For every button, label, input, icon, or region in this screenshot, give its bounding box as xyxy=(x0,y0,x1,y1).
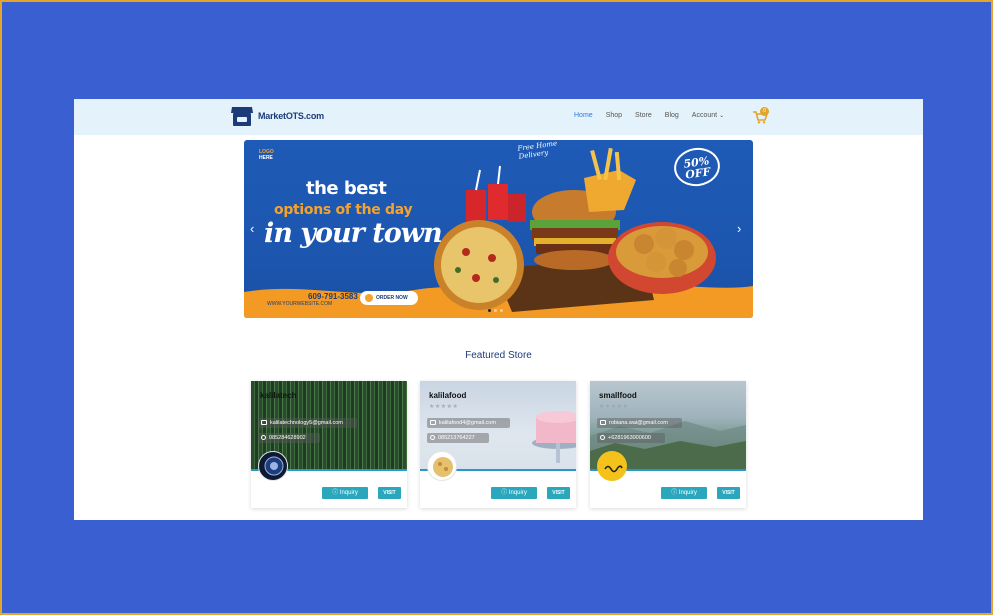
chevron-down-icon: ⌄ xyxy=(719,113,725,119)
nav-shop[interactable]: Shop xyxy=(606,112,622,119)
visit-button[interactable]: VISIT xyxy=(717,487,740,499)
banner-headline-3: in your town xyxy=(264,218,443,249)
store-name: kalilatech xyxy=(260,391,297,400)
tech-logo-icon xyxy=(264,456,284,476)
store-page: MarketOTS.com Home Shop Store Blog Accou… xyxy=(74,99,923,520)
discount-off: OFF xyxy=(684,165,712,182)
order-now-label: ORDER NOW xyxy=(376,295,408,301)
smallfood-logo-icon xyxy=(604,465,623,473)
store-email-text: kalilafood4@gmail.com xyxy=(439,420,496,426)
brand-name: MarketOTS.com xyxy=(258,111,324,121)
banner-logo-placeholder: LOGO HERE xyxy=(259,149,274,161)
logo-line2: HERE xyxy=(259,155,273,161)
carousel-dot[interactable] xyxy=(488,309,491,312)
inquiry-button[interactable]: ⓘ Inquiry xyxy=(491,487,537,499)
mail-icon xyxy=(430,419,436,425)
store-name: smallfood xyxy=(599,391,637,400)
phone-icon xyxy=(261,434,266,440)
store-phone: 085213764227 xyxy=(427,433,489,443)
order-now-button[interactable]: ORDER NOW xyxy=(360,291,418,305)
store-email: kalilatechnology5@gmail.com xyxy=(258,418,357,428)
phone-icon xyxy=(430,434,435,440)
banner-phone: 609-791-3583 xyxy=(308,292,358,301)
brand-logo[interactable]: MarketOTS.com xyxy=(230,105,324,127)
navbar: MarketOTS.com Home Shop Store Blog Accou… xyxy=(74,99,923,135)
store-email: kalilafood4@gmail.com xyxy=(427,418,510,428)
store-card-kalilafood: kalilafood ★★★★★ kalilafood4@gmail.com 0… xyxy=(420,381,576,508)
featured-store-title: Featured Store xyxy=(465,350,532,361)
nav-store[interactable]: Store xyxy=(635,112,652,119)
nav-account-label: Account xyxy=(691,112,718,119)
banner-website: WWW.YOURWEBSITE.COM xyxy=(267,301,333,307)
store-icon xyxy=(231,107,253,126)
store-phone: 085284628902 xyxy=(258,433,320,443)
pizza-logo-icon xyxy=(433,457,453,477)
banner-headline-1: the best xyxy=(306,178,387,199)
mail-icon xyxy=(600,419,606,425)
store-email-text: robiana.wai@gmail.com xyxy=(609,420,668,426)
carousel-dot[interactable] xyxy=(494,309,497,312)
store-phone-text: 085284628902 xyxy=(269,435,306,441)
store-name: kalilafood xyxy=(429,391,467,400)
play-icon xyxy=(365,294,373,302)
carousel-prev-arrow[interactable]: ‹ xyxy=(250,221,254,236)
store-avatar xyxy=(427,451,457,481)
nav-menu: Home Shop Store Blog Account ⌄ xyxy=(574,112,750,119)
nav-account[interactable]: Account ⌄ xyxy=(692,112,737,119)
store-card-smallfood: smallfood ★★★★★ robiana.wai@gmail.com +6… xyxy=(590,381,746,508)
store-avatar xyxy=(597,451,627,481)
cart-count-badge: 0 xyxy=(760,107,769,116)
inquiry-label: Inquiry xyxy=(508,490,527,496)
store-email-text: kalilatechnology5@gmail.com xyxy=(270,420,343,426)
rating-stars: ★★★★★ xyxy=(599,404,629,410)
inquiry-label: Inquiry xyxy=(339,490,358,496)
rating-stars: ★★★★★ xyxy=(429,404,459,410)
inquiry-button[interactable]: ⓘ Inquiry xyxy=(322,487,368,499)
phone-icon xyxy=(600,434,605,440)
nav-home[interactable]: Home xyxy=(574,112,593,119)
store-card-kalilatech: kalilatech kalilatechnology5@gmail.com 0… xyxy=(251,381,407,508)
nav-blog[interactable]: Blog xyxy=(665,112,679,119)
store-phone: +6281963000600 xyxy=(597,433,665,443)
store-email: robiana.wai@gmail.com xyxy=(597,418,682,428)
inquiry-label: Inquiry xyxy=(678,490,697,496)
carousel-indicators xyxy=(488,309,503,312)
mail-icon xyxy=(261,419,267,425)
carousel-next-arrow[interactable]: › xyxy=(737,221,741,236)
carousel-dot[interactable] xyxy=(500,309,503,312)
hero-banner: LOGO HERE Free Home Delivery the best op… xyxy=(244,140,753,318)
visit-button[interactable]: VISIT xyxy=(378,487,401,499)
banner-headline-2: options of the day xyxy=(274,202,413,218)
store-avatar xyxy=(258,451,288,481)
store-phone-text: 085213764227 xyxy=(438,435,475,441)
inquiry-button[interactable]: ⓘ Inquiry xyxy=(661,487,707,499)
store-phone-text: +6281963000600 xyxy=(608,435,651,441)
visit-button[interactable]: VISIT xyxy=(547,487,570,499)
